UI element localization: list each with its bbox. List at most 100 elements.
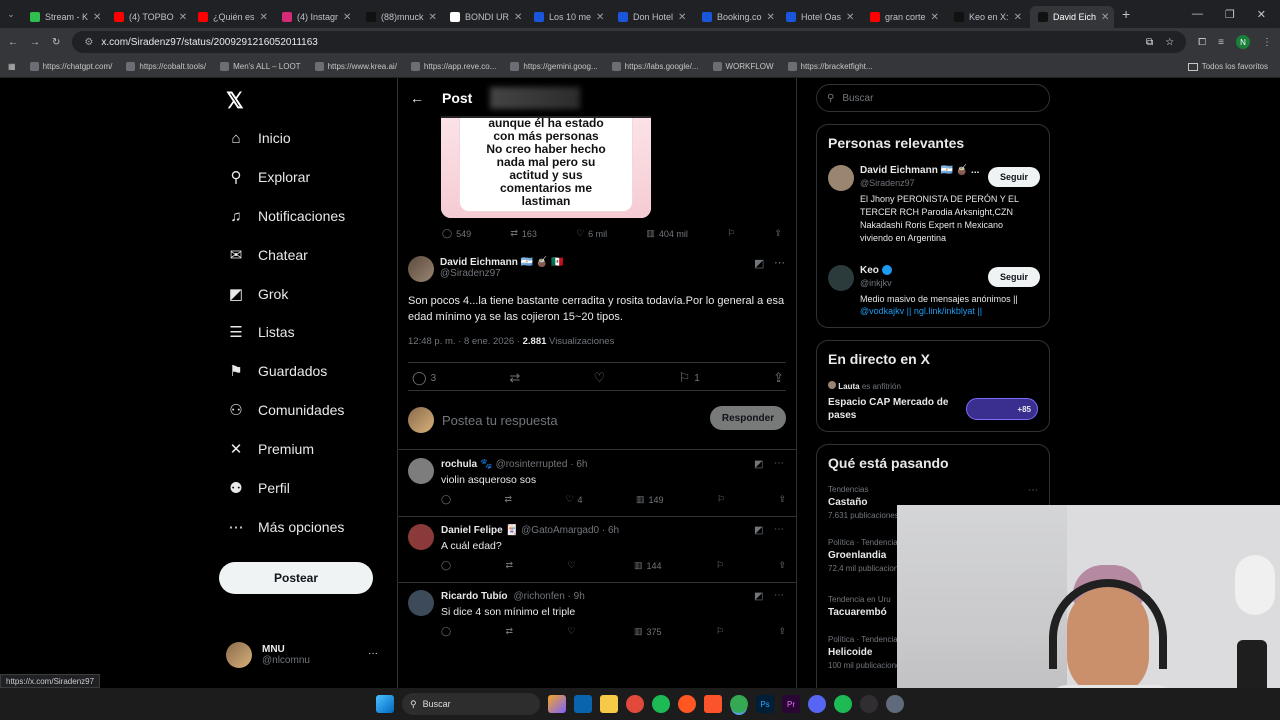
person-name[interactable]: David Eichmann 🇦🇷 🧉 ... xyxy=(860,165,979,176)
repost-action[interactable]: ⇄ xyxy=(509,370,520,386)
author-name[interactable]: David Eichmann 🇦🇷 🧉 🇲🇽 xyxy=(440,257,564,268)
reply-avatar[interactable] xyxy=(408,458,434,484)
app-icon[interactable] xyxy=(678,695,696,713)
reply-button[interactable]: Responder xyxy=(710,406,786,430)
tab-search-icon[interactable]: ⌄ xyxy=(0,9,22,20)
settings-icon[interactable] xyxy=(886,695,904,713)
views-action[interactable]: ▥ 375 xyxy=(634,626,662,637)
explorer-icon[interactable] xyxy=(600,695,618,713)
reply-handle[interactable]: @richonfen · 9h xyxy=(513,591,584,602)
trend-more-icon[interactable]: ⋯ xyxy=(1028,485,1038,496)
browser-tab[interactable]: (88)mnuck ✕ xyxy=(358,6,442,28)
reply-avatar[interactable] xyxy=(408,524,434,550)
views-action[interactable]: ▥ 144 xyxy=(634,560,662,571)
profile-avatar[interactable]: N xyxy=(1236,35,1250,49)
premiere-icon[interactable]: Pr xyxy=(782,695,800,713)
close-tab-icon[interactable]: ✕ xyxy=(596,12,604,23)
back-icon[interactable]: ← xyxy=(8,37,18,48)
bookmark-item[interactable]: https://www.krea.ai/ xyxy=(314,62,397,71)
bookmark-item[interactable]: https://cobalt.tools/ xyxy=(126,62,206,71)
discord-icon[interactable] xyxy=(808,695,826,713)
obs-icon[interactable] xyxy=(860,695,878,713)
reply-input[interactable]: Postea tu respuesta xyxy=(442,413,558,428)
close-window-icon[interactable]: ✕ xyxy=(1257,8,1266,21)
reply-more-icon[interactable]: ⋯ xyxy=(774,524,784,535)
share-action[interactable]: ⇪ xyxy=(773,370,784,386)
follow-button[interactable]: Seguir xyxy=(988,167,1040,187)
all-favorites-folder[interactable]: Todos los favoritos xyxy=(1187,62,1272,71)
reply-action[interactable]: ◯ 3 xyxy=(412,370,436,386)
bookmark-item[interactable]: https://gemini.goog... xyxy=(510,62,598,71)
close-tab-icon[interactable]: ✕ xyxy=(846,12,854,23)
photoshop-icon[interactable]: Ps xyxy=(756,695,774,713)
follow-button[interactable]: Seguir xyxy=(988,267,1040,287)
reply-action[interactable]: ◯ xyxy=(441,494,451,505)
person-handle[interactable]: @inkjkv xyxy=(860,278,892,288)
spotify-icon[interactable] xyxy=(834,695,852,713)
account-more-icon[interactable]: ··· xyxy=(368,648,378,659)
reply-post[interactable]: rochula 🐾 @rosinterrupted · 6h ◩ ⋯ violin asq… xyxy=(408,456,786,520)
close-tab-icon[interactable]: ✕ xyxy=(343,12,351,23)
close-tab-icon[interactable]: ✕ xyxy=(1014,12,1022,23)
nav-item-listas[interactable]: ☰ Listas xyxy=(228,324,294,341)
taskbar-search[interactable]: ⚲ Buscar xyxy=(402,693,540,715)
extensions-icon[interactable]: ⧠ xyxy=(1198,37,1206,48)
browser-tab[interactable]: (4) TOPBO ✕ xyxy=(106,6,190,28)
browser-tab[interactable]: Don Hotel ✕ xyxy=(610,6,694,28)
outlook-icon[interactable] xyxy=(574,695,592,713)
apps-icon[interactable]: ▦ xyxy=(8,62,16,71)
bookmark-item[interactable]: https://labs.google/... xyxy=(611,62,699,71)
views-action[interactable]: ▥ 149 xyxy=(636,494,664,505)
repost-action[interactable]: ⇄ 163 xyxy=(510,228,537,239)
close-tab-icon[interactable]: ✕ xyxy=(93,12,101,23)
browser-tab[interactable]: Hotel Oas ✕ xyxy=(778,6,862,28)
share-action[interactable]: ⇪ xyxy=(774,228,782,239)
forward-icon[interactable]: → xyxy=(30,37,40,48)
grok-icon[interactable]: ◩ xyxy=(754,459,763,470)
reply-avatar[interactable] xyxy=(408,590,434,616)
browser-tab[interactable]: (4) Instagr ✕ xyxy=(274,6,358,28)
bookmark-action[interactable]: ⚐ xyxy=(716,560,724,571)
nav-item-comunidades[interactable]: ⚇ Comunidades xyxy=(228,402,344,419)
bookmark-action[interactable]: ⚐ xyxy=(717,494,725,505)
person-avatar[interactable] xyxy=(828,165,854,191)
reply-post[interactable]: Daniel Felipe 🃏 @GatoAmargad0 · 6h ◩ ⋯ A cuál… xyxy=(408,522,786,586)
heart-action[interactable]: ♡ xyxy=(567,560,579,571)
close-tab-icon[interactable]: ✕ xyxy=(514,12,522,23)
person-handle[interactable]: @Siradenz97 xyxy=(860,178,915,188)
views-action[interactable]: ▥ 404 mil xyxy=(646,228,688,239)
nav-item-chatear[interactable]: ✉ Chatear xyxy=(228,247,308,264)
heart-action[interactable]: ♡ xyxy=(567,626,579,637)
reply-more-icon[interactable]: ⋯ xyxy=(774,458,784,469)
like-action[interactable]: ♡ 6 mil xyxy=(576,228,607,239)
repost-action[interactable]: ⇄ xyxy=(506,560,514,571)
brave-icon[interactable] xyxy=(704,695,722,713)
person-name[interactable]: Keo xyxy=(860,265,879,276)
bookmark-item[interactable]: https://app.reve.co... xyxy=(410,62,496,71)
close-tab-icon[interactable]: ✕ xyxy=(260,12,268,23)
bookmark-item[interactable]: WORKFLOW xyxy=(712,62,774,71)
reply-action[interactable]: ◯ xyxy=(441,626,451,637)
repost-action[interactable]: ⇄ xyxy=(506,626,514,637)
share-action[interactable]: ⇪ xyxy=(778,494,786,505)
grok-icon[interactable]: ◩ xyxy=(754,591,763,602)
star-icon[interactable]: ☆ xyxy=(1165,37,1174,48)
close-tab-icon[interactable]: ✕ xyxy=(767,12,775,23)
chrome-app-icon[interactable] xyxy=(626,695,644,713)
browser-tab[interactable]: David Eich ✕ xyxy=(1030,6,1114,28)
menu-icon[interactable]: ⋮ xyxy=(1262,37,1272,48)
spotify-icon[interactable] xyxy=(652,695,670,713)
bookmark-item[interactable]: Men's ALL – LOOT xyxy=(220,62,301,71)
browser-tab[interactable]: ¿Quién es ✕ xyxy=(190,6,274,28)
like-action[interactable]: ♡ xyxy=(594,370,606,386)
close-tab-icon[interactable]: ✕ xyxy=(1101,12,1109,23)
reply-action[interactable]: ◯ 549 xyxy=(442,228,471,239)
nav-item-inicio[interactable]: ⌂ Inicio xyxy=(228,130,290,147)
author-avatar[interactable] xyxy=(408,256,434,282)
heart-action[interactable]: ♡ 4 xyxy=(565,494,582,505)
nav-item-notificaciones[interactable]: ♫ Notificaciones xyxy=(228,208,345,225)
close-tab-icon[interactable]: ✕ xyxy=(179,12,187,23)
reply-author[interactable]: Daniel Felipe xyxy=(441,525,503,536)
author-handle[interactable]: @Siradenz97 xyxy=(440,268,564,279)
post-more-icon[interactable]: ⋯ xyxy=(774,256,785,269)
